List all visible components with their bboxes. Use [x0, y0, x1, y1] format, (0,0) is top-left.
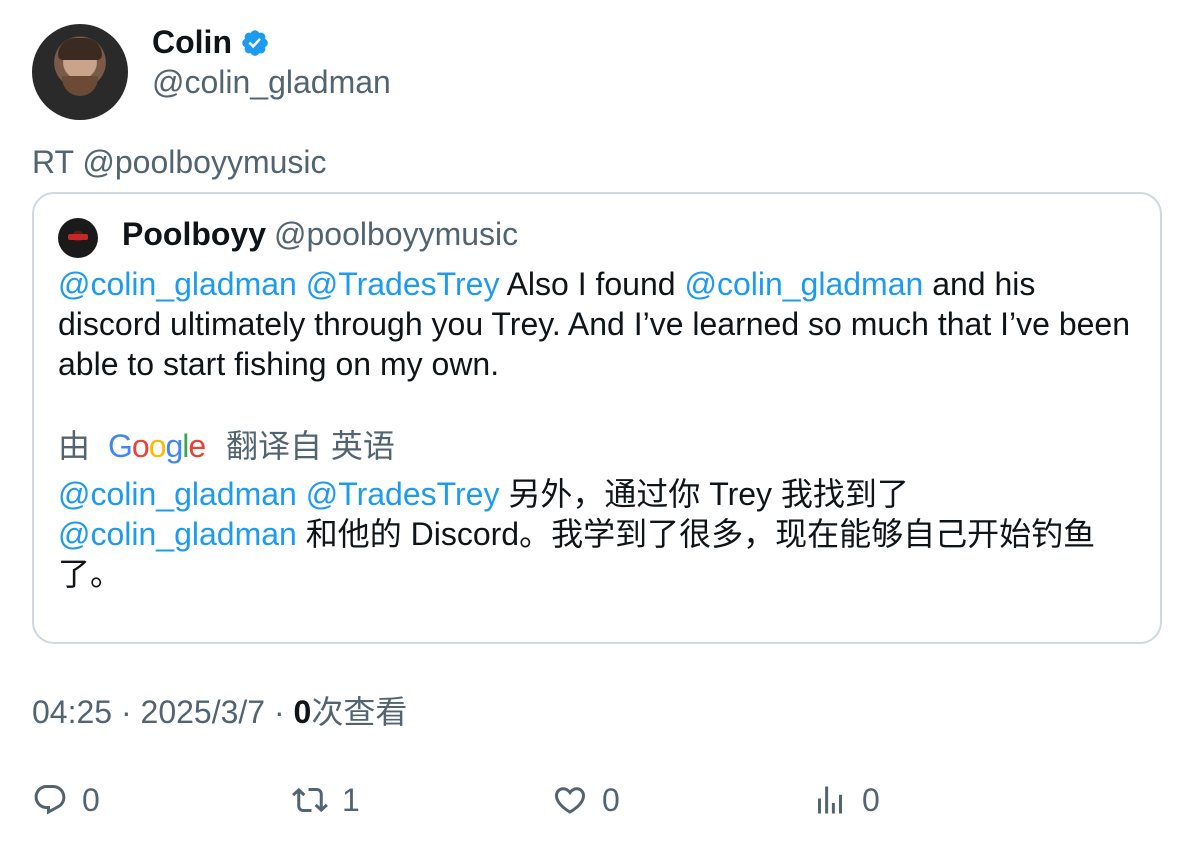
- quoted-avatar[interactable]: [58, 218, 98, 258]
- quoted-tweet[interactable]: Poolboyy @poolboyymusic @colin_gladman @…: [32, 192, 1162, 644]
- retweet-text: RT @poolboyymusic: [32, 144, 327, 180]
- author-avatar[interactable]: [32, 24, 128, 120]
- translated-body: @colin_gladman @TradesTrey 另外，通过你 Trey 我…: [58, 474, 1138, 594]
- mention-link[interactable]: @TradesTrey: [306, 266, 500, 302]
- avatar-band: [68, 234, 88, 240]
- quoted-author-name[interactable]: Poolboyy: [122, 214, 266, 254]
- views-action-count: 0: [862, 782, 880, 818]
- verified-badge-icon: [242, 30, 268, 56]
- avatar-hair: [58, 38, 102, 60]
- tweet-date[interactable]: 2025/3/7: [141, 694, 266, 730]
- google-logo[interactable]: Google: [108, 426, 206, 466]
- meta-separator: ·: [112, 694, 141, 730]
- tweet-time[interactable]: 04:25: [32, 694, 112, 730]
- mention-link[interactable]: @TradesTrey: [306, 476, 500, 512]
- views-button[interactable]: 0: [812, 780, 880, 820]
- translated-by-label: 由: [58, 428, 91, 464]
- author-handle[interactable]: @colin_gladman: [152, 62, 391, 102]
- analytics-icon: [818, 786, 842, 814]
- author-name[interactable]: Colin: [152, 22, 232, 62]
- avatar-beard: [62, 76, 98, 96]
- google-logo-letter: o: [131, 428, 150, 464]
- mention-link[interactable]: @colin_gladman: [58, 476, 297, 512]
- google-logo-letter: e: [188, 428, 206, 464]
- google-logo-letter: g: [165, 428, 183, 464]
- retweet-count: 1: [342, 782, 360, 818]
- mention-link[interactable]: @colin_gladman: [58, 266, 297, 302]
- heart-icon: [554, 787, 586, 814]
- body-text: 另外，通过你 Trey 我找到了: [499, 476, 909, 512]
- google-logo-letter: G: [108, 428, 133, 464]
- quoted-author-handle[interactable]: @poolboyymusic: [274, 214, 518, 254]
- meta-separator: ·: [265, 694, 294, 730]
- tweet-meta: 04:25 · 2025/3/7 · 0次查看: [32, 692, 407, 732]
- views-count: 0: [293, 694, 312, 730]
- like-button[interactable]: 0: [552, 780, 620, 820]
- like-count: 0: [602, 782, 620, 818]
- reply-count: 0: [82, 782, 100, 818]
- reply-button[interactable]: 0: [32, 780, 100, 820]
- google-logo-letter: o: [148, 428, 167, 464]
- body-text: Also I found: [499, 266, 685, 302]
- quoted-body: @colin_gladman @TradesTrey Also I found …: [58, 264, 1138, 384]
- retweet-icon: [292, 787, 328, 813]
- reply-icon: [34, 785, 66, 815]
- translated-from-label: 翻译自 英语: [226, 428, 395, 464]
- views-label: 次查看: [311, 694, 408, 730]
- mention-link[interactable]: @colin_gladman: [684, 266, 923, 302]
- mention-link[interactable]: @colin_gladman: [58, 516, 297, 552]
- retweet-button[interactable]: 1: [292, 780, 360, 820]
